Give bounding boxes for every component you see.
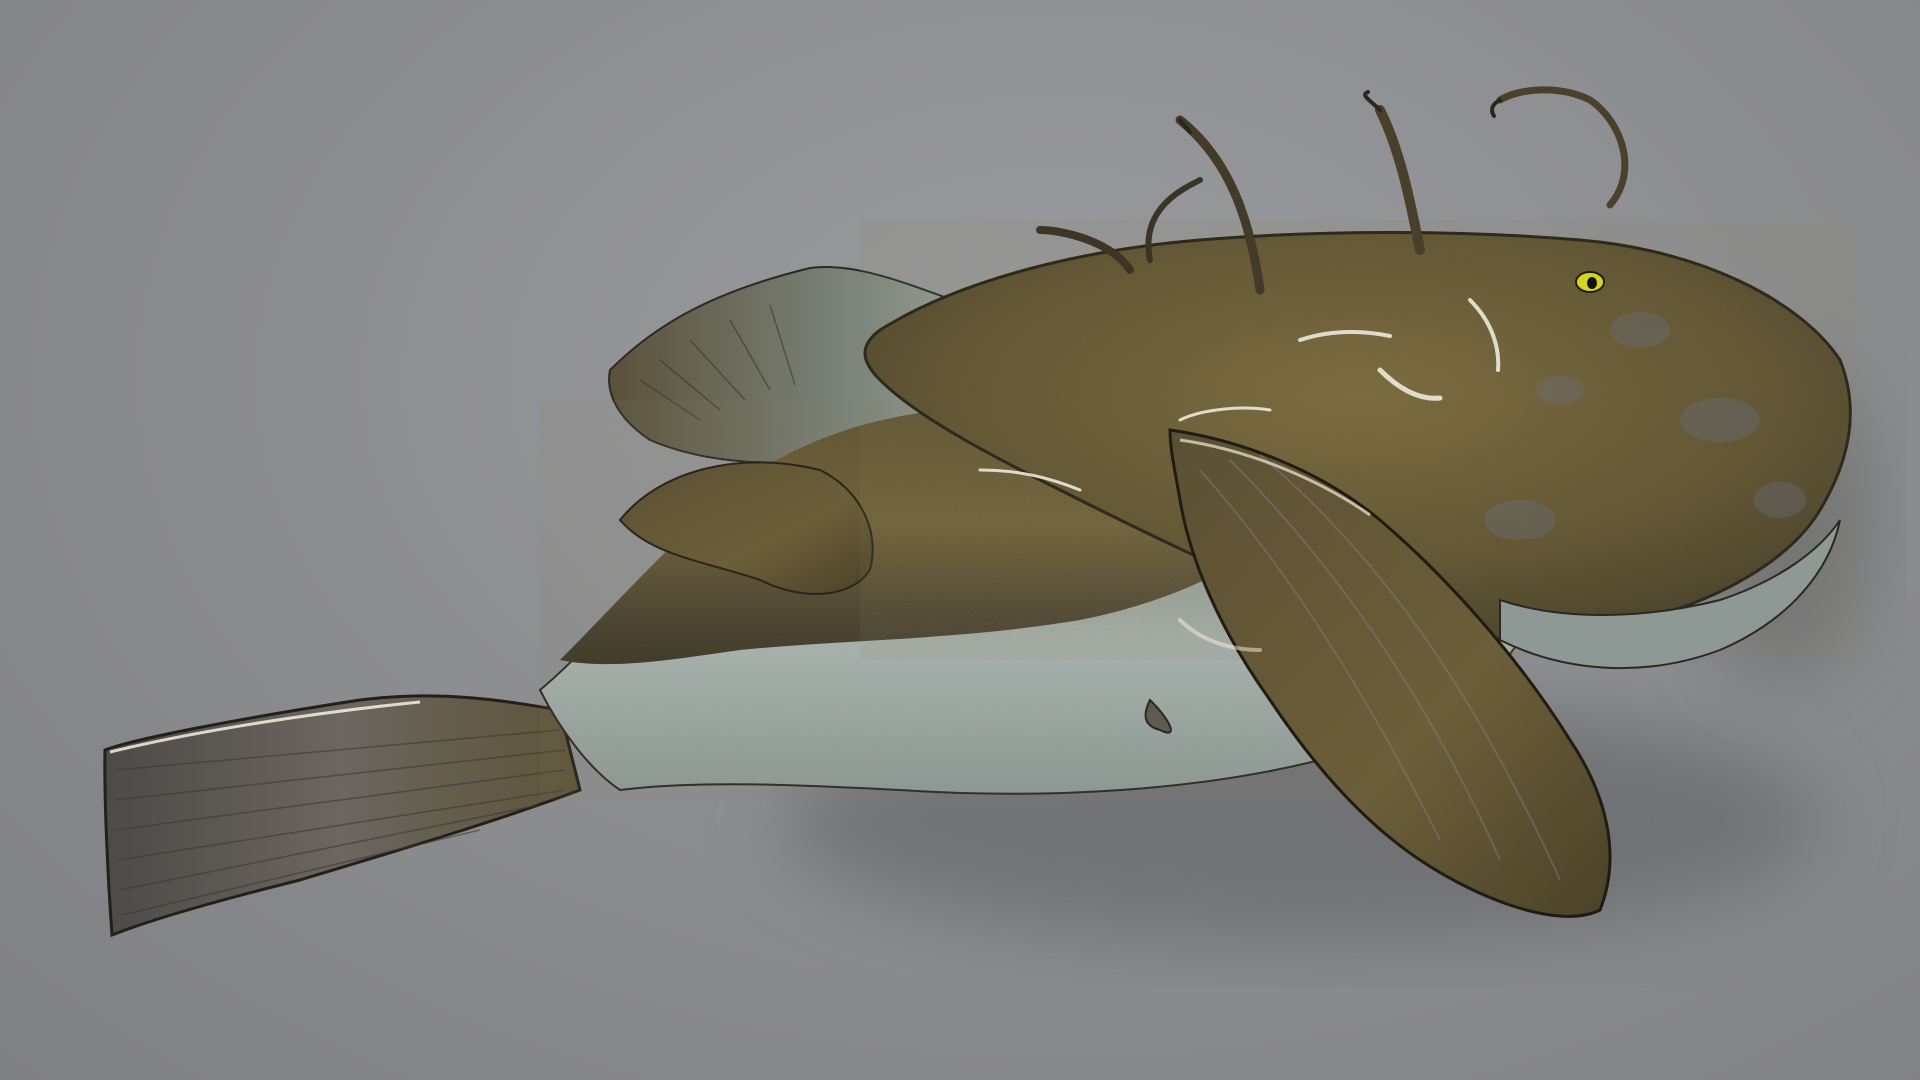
render-canvas xyxy=(0,0,1920,1080)
tail-fin xyxy=(103,694,582,938)
fish-eye xyxy=(1575,271,1605,293)
anglerfish-illustration xyxy=(103,86,1870,940)
